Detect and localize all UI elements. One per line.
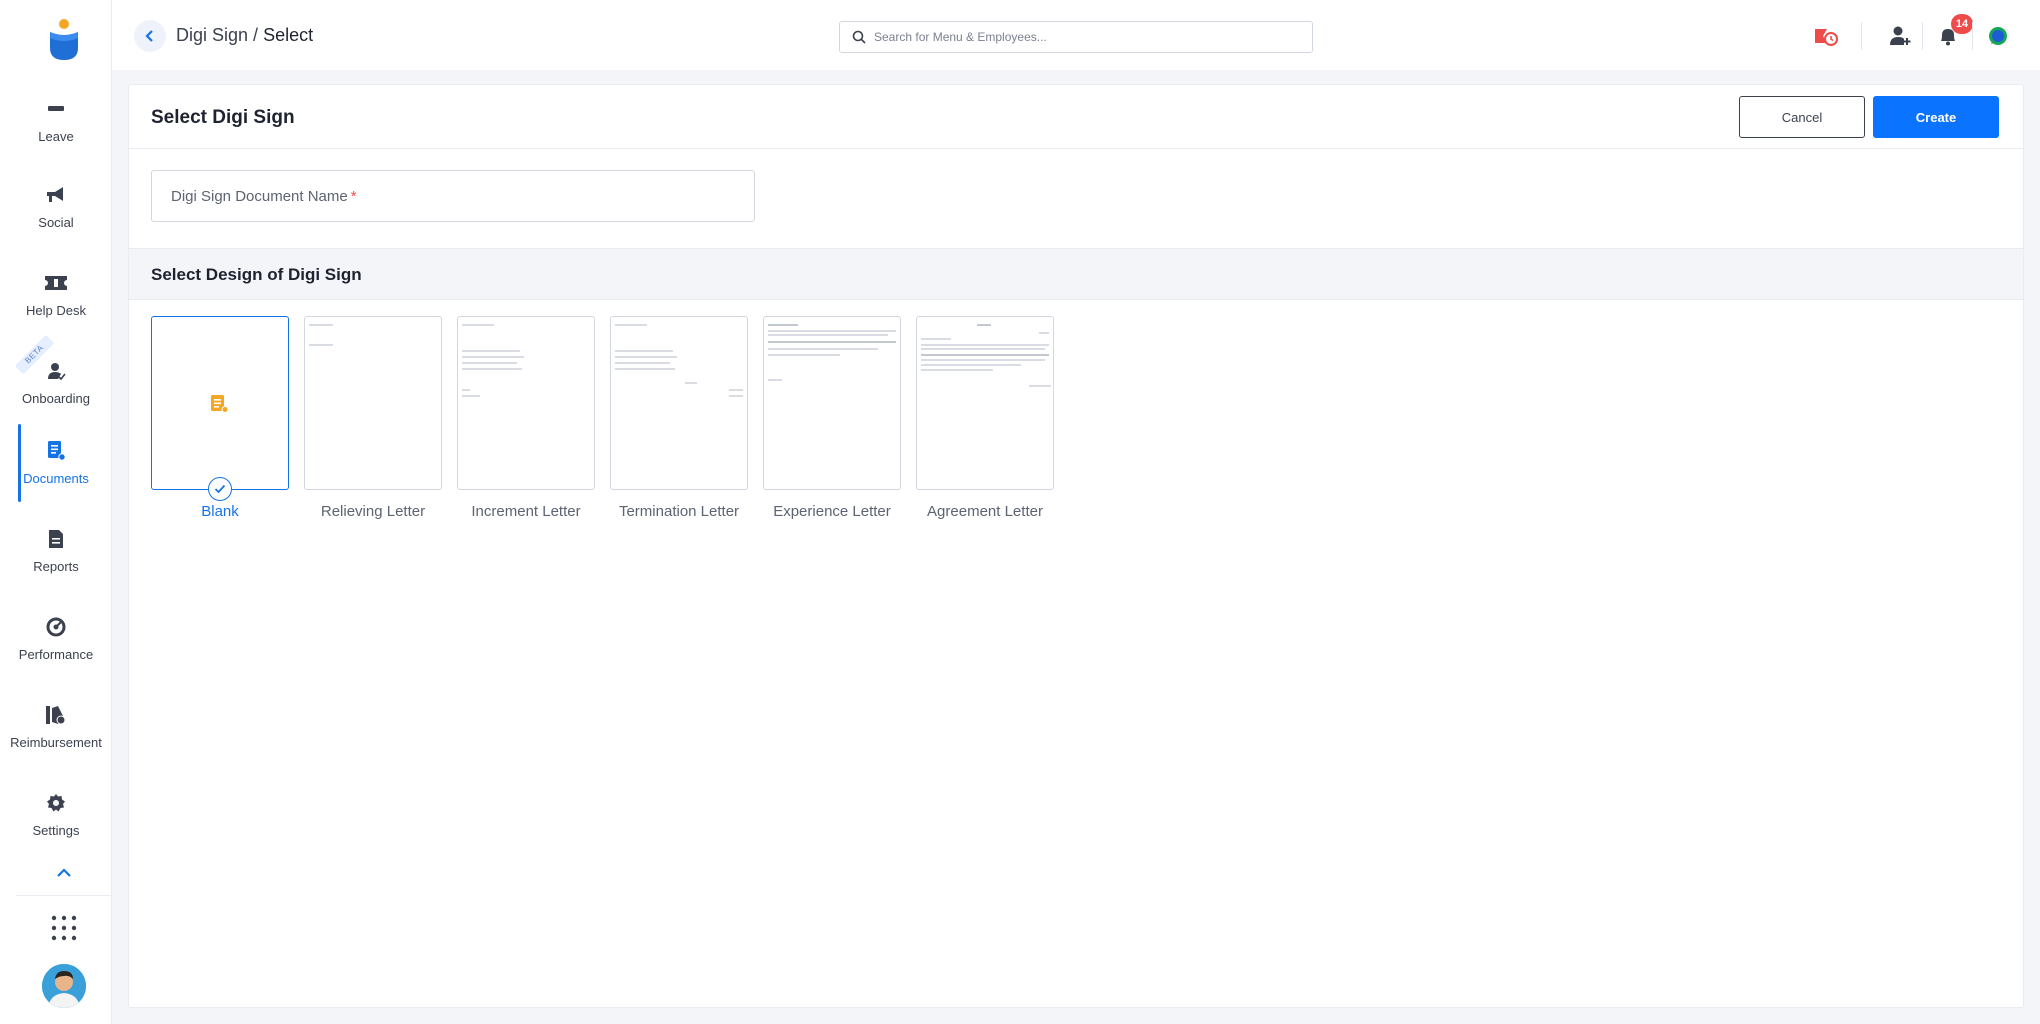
sidebar-item-help-desk[interactable]: Help Desk xyxy=(0,254,112,334)
sidebar-item-label: Documents xyxy=(23,470,89,486)
topbar-divider xyxy=(1861,22,1862,50)
notification-badge: 14 xyxy=(1951,14,1973,34)
document-name-field[interactable]: Digi Sign Document Name * xyxy=(151,170,755,222)
required-mark: * xyxy=(350,187,357,205)
apps-grid-icon[interactable] xyxy=(50,914,78,942)
design-option-relieving-letter[interactable]: Relieving Letter xyxy=(304,316,442,526)
sidebar-item-label: Performance xyxy=(18,646,94,662)
design-thumbnail xyxy=(304,316,442,490)
blank-document-icon xyxy=(211,395,229,413)
topbar-divider xyxy=(1922,22,1923,50)
page-title: Select Digi Sign xyxy=(151,107,295,128)
sidebar-item-onboarding[interactable]: BETA Onboarding xyxy=(0,334,112,422)
attendance-clock-icon[interactable] xyxy=(1812,22,1840,50)
sidebar-item-performance[interactable]: Performance xyxy=(0,598,112,678)
sidebar-item-label: Leave xyxy=(38,128,74,144)
design-label: Termination Letter xyxy=(618,503,740,520)
sidebar-item-leave[interactable]: Leave xyxy=(0,80,112,160)
sidebar-item-reimbursement[interactable]: Reimbursement xyxy=(0,686,112,766)
megaphone-icon xyxy=(44,183,68,207)
selected-check-icon xyxy=(208,477,232,501)
design-label: Agreement Letter xyxy=(927,503,1043,520)
document-name-placeholder: Digi Sign Document Name xyxy=(171,187,348,205)
breadcrumb-separator: / xyxy=(248,25,264,45)
chevron-up-icon[interactable] xyxy=(54,866,74,880)
sidebar-item-label: Settings xyxy=(32,822,80,838)
top-bar: Digi Sign / Select 14 xyxy=(112,0,2040,70)
design-option-blank[interactable]: Blank xyxy=(151,316,289,526)
app-logo[interactable] xyxy=(46,18,82,62)
design-option-experience-letter[interactable]: Experience Letter xyxy=(763,316,901,526)
chevron-left-icon xyxy=(145,30,153,42)
create-button[interactable]: Create xyxy=(1873,96,1999,138)
design-option-increment-letter[interactable]: Increment Letter xyxy=(457,316,595,526)
ticket-icon xyxy=(44,271,68,295)
search-box[interactable] xyxy=(839,21,1313,53)
card-header: Select Digi Sign Cancel Create xyxy=(129,85,2023,149)
performance-icon xyxy=(44,615,68,639)
reimbursement-icon xyxy=(44,703,68,727)
document-icon xyxy=(44,439,68,463)
design-label: Increment Letter xyxy=(471,503,581,520)
chat-bubble-icon[interactable] xyxy=(1984,22,2012,50)
breadcrumb-parent[interactable]: Digi Sign xyxy=(176,25,248,45)
sidebar-divider xyxy=(16,895,112,896)
topbar-divider xyxy=(1972,22,1973,50)
avatar[interactable] xyxy=(42,964,86,1008)
sidebar-item-label: Reports xyxy=(33,558,79,574)
design-option-termination-letter[interactable]: Termination Letter xyxy=(610,316,748,526)
cancel-button[interactable]: Cancel xyxy=(1739,96,1865,138)
design-label: Blank xyxy=(201,503,239,520)
report-icon xyxy=(44,527,68,551)
design-thumbnail xyxy=(916,316,1054,490)
sidebar-item-label: Onboarding xyxy=(22,390,90,406)
sidebar-item-documents[interactable]: Documents xyxy=(0,422,112,502)
sidebar-item-settings[interactable]: Settings xyxy=(0,774,112,854)
search-icon xyxy=(852,30,866,44)
design-label: Relieving Letter xyxy=(320,503,426,520)
sidebar-item-label: Social xyxy=(38,214,74,230)
sidebar-item-reports[interactable]: Reports xyxy=(0,510,112,590)
breadcrumb: Digi Sign / Select xyxy=(176,25,313,46)
search-input[interactable] xyxy=(874,30,1312,44)
breadcrumb-current: Select xyxy=(263,25,314,45)
add-user-icon[interactable] xyxy=(1886,22,1914,50)
design-thumbnail xyxy=(610,316,748,490)
gear-icon xyxy=(44,791,68,815)
sidebar-item-label: Help Desk xyxy=(26,302,86,318)
leave-icon xyxy=(44,97,68,121)
main-card: Select Digi Sign Cancel Create Digi Sign… xyxy=(128,84,2024,1008)
design-thumbnail xyxy=(457,316,595,490)
user-check-icon xyxy=(44,359,68,383)
sidebar-item-social[interactable]: Social xyxy=(0,166,112,246)
back-button[interactable] xyxy=(134,20,166,52)
section-title: Select Design of Digi Sign xyxy=(151,265,362,284)
design-thumbnail xyxy=(151,316,289,490)
section-header: Select Design of Digi Sign xyxy=(129,248,2023,300)
design-option-agreement-letter[interactable]: Agreement Letter xyxy=(916,316,1054,526)
sidebar: Leave Social Help Desk BETA Onboarding D… xyxy=(0,0,112,1024)
sidebar-item-label: Reimbursement xyxy=(10,734,102,750)
design-thumbnail xyxy=(763,316,901,490)
design-label: Experience Letter xyxy=(773,503,891,520)
